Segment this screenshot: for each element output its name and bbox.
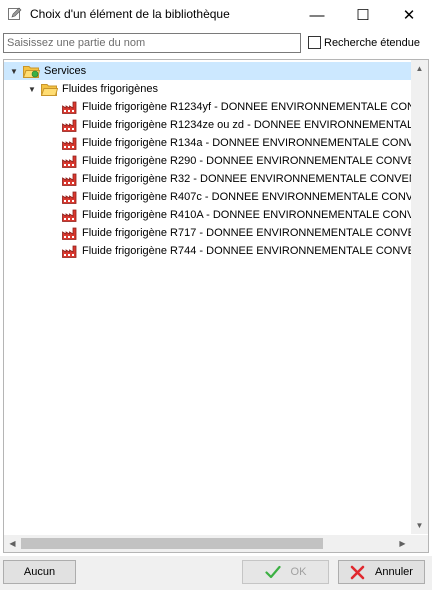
dialog-footer: Aucun OK Annuler (0, 556, 432, 590)
tree-node-fluides[interactable]: ▼ Fluides frigorigènes (4, 80, 158, 98)
cancel-button[interactable]: Annuler (338, 560, 425, 584)
factory-icon (62, 209, 77, 222)
scroll-right-icon[interactable]: ▶ (394, 535, 411, 552)
title-bar: Choix d'un élément de la bibliothèque — … (0, 0, 432, 30)
scroll-down-icon[interactable]: ▼ (411, 517, 428, 534)
tree-item[interactable]: Fluide frigorigène R717 - DONNEE ENVIRON… (62, 224, 429, 242)
close-button[interactable]: ✕ (386, 0, 432, 30)
horizontal-scroll-thumb[interactable] (21, 538, 323, 549)
minimize-button[interactable]: — (294, 0, 340, 30)
tree-item[interactable]: Fluide frigorigène R290 - DONNEE ENVIRON… (62, 152, 429, 170)
tree-item[interactable]: Fluide frigorigène R1234yf - DONNEE ENVI… (62, 98, 428, 116)
tree-item-label: Fluide frigorigène R410A - DONNEE ENVIRO… (82, 209, 428, 221)
factory-icon (62, 137, 77, 150)
close-icon: ✕ (402, 7, 416, 24)
expand-chevron-icon[interactable]: ▼ (9, 67, 19, 76)
factory-icon (62, 227, 77, 240)
extended-search-checkbox[interactable] (308, 36, 321, 49)
tree-item-label: Fluide frigorigène R407c - DONNEE ENVIRO… (82, 191, 428, 203)
tree-item-label: Fluide frigorigène R290 - DONNEE ENVIRON… (82, 155, 429, 167)
minimize-icon: — (309, 6, 325, 24)
factory-icon (62, 119, 77, 132)
factory-icon (62, 101, 77, 114)
factory-icon (62, 155, 77, 168)
check-icon (264, 565, 281, 579)
extended-search-label: Recherche étendue (324, 36, 421, 49)
tree-item[interactable]: Fluide frigorigène R1234ze ou zd - DONNE… (62, 116, 428, 134)
scroll-left-icon[interactable]: ◀ (4, 535, 21, 552)
folder-open-icon (23, 65, 40, 78)
tree-item[interactable]: Fluide frigorigène R134a - DONNEE ENVIRO… (62, 134, 428, 152)
ok-button[interactable]: OK (242, 560, 329, 584)
tree-item-label: Fluide frigorigène R744 - DONNEE ENVIRON… (82, 245, 429, 257)
tree-item[interactable]: Fluide frigorigène R32 - DONNEE ENVIRONN… (62, 170, 428, 188)
tree-item-label: Fluide frigorigène R32 - DONNEE ENVIRONN… (82, 173, 428, 185)
tree-item-label: Fluide frigorigène R1234yf - DONNEE ENVI… (82, 101, 428, 113)
ok-label: OK (290, 566, 307, 578)
window-title: Choix d'un élément de la bibliothèque (30, 7, 230, 21)
factory-icon (62, 245, 77, 258)
factory-icon (62, 173, 77, 186)
tree-item[interactable]: Fluide frigorigène R744 - DONNEE ENVIRON… (62, 242, 429, 260)
cancel-x-icon (350, 565, 365, 579)
scroll-up-icon[interactable]: ▲ (411, 60, 428, 77)
maximize-icon: ☐ (356, 7, 370, 24)
cancel-label: Annuler (375, 566, 413, 578)
tree-item-label: Fluide frigorigène R717 - DONNEE ENVIRON… (82, 227, 429, 239)
vertical-scrollbar[interactable]: ▲ ▼ (411, 60, 428, 534)
edit-icon (8, 7, 22, 20)
tree-node-label: Services (44, 65, 87, 77)
extended-search-toggle[interactable]: Recherche étendue (308, 36, 420, 49)
factory-icon (62, 191, 77, 204)
tree-item[interactable]: Fluide frigorigène R410A - DONNEE ENVIRO… (62, 206, 428, 224)
maximize-button[interactable]: ☐ (340, 0, 386, 30)
search-input[interactable] (3, 33, 301, 53)
tree-node-services[interactable]: ▼ Services (4, 62, 416, 80)
tree-item-label: Fluide frigorigène R134a - DONNEE ENVIRO… (82, 137, 428, 149)
expand-chevron-icon[interactable]: ▼ (27, 85, 37, 94)
folder-open-icon (41, 83, 58, 96)
tree-item[interactable]: Fluide frigorigène R407c - DONNEE ENVIRO… (62, 188, 428, 206)
search-bar: Recherche étendue (0, 30, 432, 56)
none-button[interactable]: Aucun (3, 560, 76, 584)
tree-node-label: Fluides frigorigènes (62, 83, 158, 95)
scrollbar-corner (411, 535, 428, 552)
library-tree[interactable]: ▼ Services ▼ Fluides frigorigènes Fluide… (3, 59, 429, 553)
horizontal-scrollbar[interactable]: ◀ ▶ (4, 535, 411, 552)
tree-item-label: Fluide frigorigène R1234ze ou zd - DONNE… (82, 119, 428, 131)
